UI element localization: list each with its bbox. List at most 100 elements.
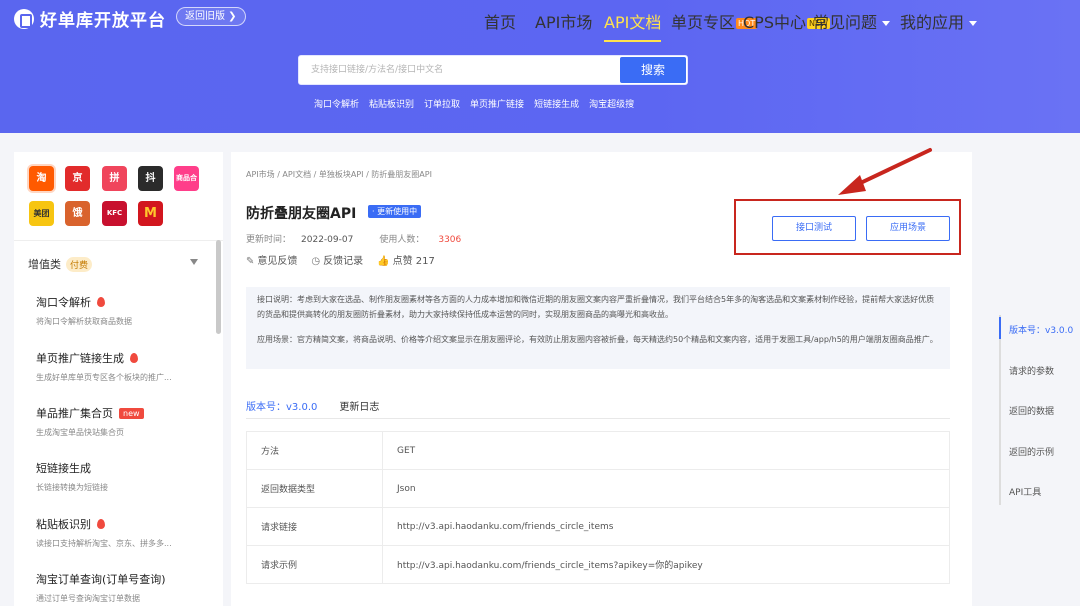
search-box: 搜索	[298, 55, 688, 85]
table-row: 返回数据类型 Json	[246, 469, 950, 508]
anchor-request-params[interactable]: 请求的参数	[1009, 364, 1054, 377]
nav-home[interactable]: 首页	[484, 9, 516, 33]
anchor-api-tools[interactable]: API工具	[1009, 485, 1041, 498]
top-header: 好单库开放平台 返回旧版 ❯ 首页 API市场 API文档 单页专区 HOT CP…	[0, 0, 1080, 133]
sidebar-item-title: 粘贴板识别	[36, 518, 91, 531]
category-header[interactable]: 增值类 付费	[28, 256, 93, 272]
feedback-record-link[interactable]: ◷ 反馈记录	[311, 252, 363, 267]
version-tabs: 版本号：v3.0.0 更新日志	[246, 398, 379, 413]
sidebar-item-desc: 将淘口令解析获取商品数据	[36, 317, 132, 326]
quick-links: 淘口令解析 粘贴板识别 订单拉取 单页推广链接 短链接生成 淘宝超级搜	[314, 97, 634, 110]
sidebar-item-title: 淘口令解析	[36, 296, 91, 309]
sidebar-scrollbar[interactable]	[216, 240, 221, 334]
sidebar-item[interactable]: 单品推广集合页 new 生成淘宝单品快站集合页	[36, 405, 206, 438]
table-row: 请求链接 http://v3.api.haodanku.com/friends_c…	[246, 507, 950, 546]
tab-version[interactable]: 版本号：v3.0.0	[246, 398, 317, 413]
breadcrumb[interactable]: API市场 / API文档 / 单独板块API / 防折叠朋友圈API	[246, 169, 432, 180]
anchor-track	[999, 315, 1001, 505]
platform-jd-icon[interactable]: 京	[65, 166, 90, 191]
nav-faq[interactable]: 常见问题	[813, 9, 891, 33]
tabs-divider	[246, 418, 950, 419]
old-version-button[interactable]: 返回旧版 ❯	[176, 7, 246, 26]
update-time-value: 2022-09-07	[301, 235, 354, 245]
anchor-response-example[interactable]: 返回的示例	[1009, 445, 1054, 458]
nav-api-market-label: API市场	[535, 13, 593, 32]
feedback-label: 意见反馈	[257, 256, 298, 267]
platform-mcdonalds-icon[interactable]: M	[138, 201, 163, 226]
chevron-down-icon	[882, 21, 891, 26]
api-description-text: 接口说明：考虑到大家在选品、制作朋友圈素材等各方面的人力成本增加和微信近期的朋友…	[257, 295, 935, 319]
nav-my-apps[interactable]: 我的应用	[900, 9, 978, 33]
sidebar-item[interactable]: 淘宝订单查询(订单号查询) 通过订单号查询淘宝订单数据	[36, 571, 206, 604]
nav-cps-center-label: CPS中心	[743, 13, 806, 32]
platform-pdd-icon[interactable]: 拼	[102, 166, 127, 191]
sidebar-item-desc: 读接口支持解析淘宝、京东、拼多多...	[36, 539, 172, 548]
platform-goods-combo-icon[interactable]: 商品合	[174, 166, 199, 191]
action-links: ✎ 意见反馈 ◷ 反馈记录 👍 点赞 217	[246, 252, 435, 267]
page-title: 防折叠朋友圈API	[246, 206, 357, 222]
nav-api-docs[interactable]: API文档	[604, 9, 662, 42]
table-row: 请求示例 http://v3.api.haodanku.com/friends_c…	[246, 545, 950, 584]
brand-logo[interactable]: 好单库开放平台	[14, 6, 166, 31]
table-key: 请求链接	[246, 507, 383, 546]
flame-icon	[130, 353, 138, 363]
update-time-label: 更新时间：	[246, 235, 292, 245]
platform-kfc-icon[interactable]: KFC	[102, 201, 127, 226]
sidebar-item[interactable]: 淘口令解析 将淘口令解析获取商品数据	[36, 294, 206, 327]
like-button[interactable]: 👍 点赞 217	[377, 252, 435, 267]
search-input[interactable]	[299, 56, 621, 84]
flame-icon	[97, 519, 105, 529]
table-value: http://v3.api.haodanku.com/friends_circl…	[382, 545, 950, 584]
app-scene-button[interactable]: 应用场景	[866, 216, 950, 241]
api-test-button[interactable]: 接口测试	[772, 216, 856, 241]
clock-icon: ◷	[311, 256, 321, 267]
quick-link[interactable]: 短链接生成	[534, 97, 579, 110]
chevron-down-icon[interactable]	[190, 259, 198, 265]
sidebar-item-desc: 通过订单号查询淘宝订单数据	[36, 594, 140, 603]
sidebar-item[interactable]: 单页推广链接生成 生成好单库单页专区各个板块的推广...	[36, 350, 206, 383]
api-scene-text: 应用场景：官方精简文案，将商品说明、价格等介绍文案显示在朋友圈评论，有效防止朋友…	[257, 335, 938, 344]
platform-douyin-icon[interactable]: 抖	[138, 166, 163, 191]
quick-link[interactable]: 单页推广链接	[470, 97, 524, 110]
table-value: Json	[382, 469, 950, 508]
nav-home-label: 首页	[484, 13, 517, 32]
sidebar-item[interactable]: 短链接生成 长链接转换为短链接	[36, 460, 206, 493]
status-badge: · 更新使用中	[368, 205, 422, 218]
paid-badge: 付费	[66, 256, 93, 272]
table-key: 请求示例	[246, 545, 383, 584]
anchor-response-data[interactable]: 返回的数据	[1009, 404, 1054, 417]
table-value: GET	[382, 431, 950, 470]
sidebar-item-desc: 长链接转换为短链接	[36, 483, 108, 492]
platform-taobao-icon[interactable]: 淘	[29, 166, 54, 191]
flame-icon	[97, 297, 105, 307]
quick-link[interactable]: 粘贴板识别	[369, 97, 414, 110]
edit-icon: ✎	[246, 256, 255, 267]
feedback-link[interactable]: ✎ 意见反馈	[246, 252, 297, 267]
anchor-version[interactable]: 版本号：v3.0.0	[1009, 323, 1073, 336]
quick-link[interactable]: 淘口令解析	[314, 97, 359, 110]
platform-eleme-icon[interactable]: 饿	[65, 201, 90, 226]
nav-api-market[interactable]: API市场	[535, 9, 592, 33]
platform-meituan-icon[interactable]: 美团	[29, 201, 54, 226]
table-key: 返回数据类型	[246, 469, 383, 508]
quick-link[interactable]: 订单拉取	[424, 97, 460, 110]
table-row: 方法 GET	[246, 431, 950, 470]
search-button[interactable]: 搜索	[620, 57, 686, 83]
api-description: 接口说明：考虑到大家在选品、制作朋友圈素材等各方面的人力成本增加和微信近期的朋友…	[246, 287, 950, 369]
quick-link[interactable]: 淘宝超级搜	[589, 97, 634, 110]
users-label: 使用人数：	[379, 235, 425, 245]
nav-api-docs-label: API文档	[604, 13, 662, 32]
sidebar-item-title: 单品推广集合页	[36, 407, 113, 420]
sidebar-item-title: 淘宝订单查询(订单号查询)	[36, 573, 166, 586]
sidebar-item[interactable]: 粘贴板识别 读接口支持解析淘宝、京东、拼多多...	[36, 516, 206, 549]
thumbs-up-icon: 👍	[377, 256, 390, 267]
sidebar-item-title: 短链接生成	[36, 462, 91, 475]
table-key: 方法	[246, 431, 383, 470]
api-meta: 更新时间： 2022-09-07 使用人数： 3306	[246, 232, 461, 245]
nav-my-apps-label: 我的应用	[900, 13, 965, 32]
table-value: http://v3.api.haodanku.com/friends_circl…	[382, 507, 950, 546]
tab-changelog[interactable]: 更新日志	[339, 398, 379, 413]
sidebar-item-desc: 生成好单库单页专区各个板块的推广...	[36, 373, 172, 382]
nav-single-page-label: 单页专区	[671, 13, 736, 32]
api-info-table: 方法 GET 返回数据类型 Json 请求链接 http://v3.api.haoda…	[246, 431, 950, 584]
